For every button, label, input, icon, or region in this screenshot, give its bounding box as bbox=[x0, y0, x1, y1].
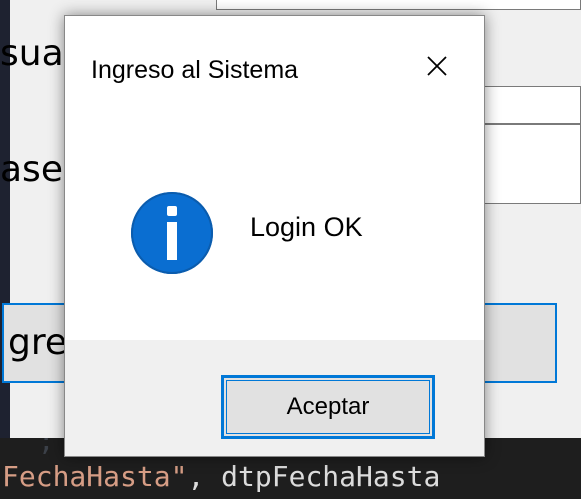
top-input-field[interactable] bbox=[216, 0, 581, 10]
close-button[interactable] bbox=[413, 44, 461, 88]
info-icon bbox=[131, 192, 213, 274]
close-icon bbox=[427, 56, 447, 76]
code-line: FechaHasta", dtpFechaHasta bbox=[2, 460, 440, 493]
code-string: FechaHasta" bbox=[2, 460, 188, 493]
code-arguments: , dtpFechaHasta bbox=[187, 460, 441, 493]
message-box-dialog: Ingreso al Sistema Login OK Aceptar bbox=[64, 15, 485, 457]
message-text: Login OK bbox=[250, 212, 363, 242]
dialog-title: Ingreso al Sistema bbox=[91, 56, 299, 84]
user-label: sua bbox=[0, 33, 64, 74]
ok-button[interactable]: Aceptar bbox=[221, 375, 435, 439]
dialog-footer: Aceptar bbox=[65, 340, 484, 456]
password-label: ase bbox=[0, 149, 63, 190]
